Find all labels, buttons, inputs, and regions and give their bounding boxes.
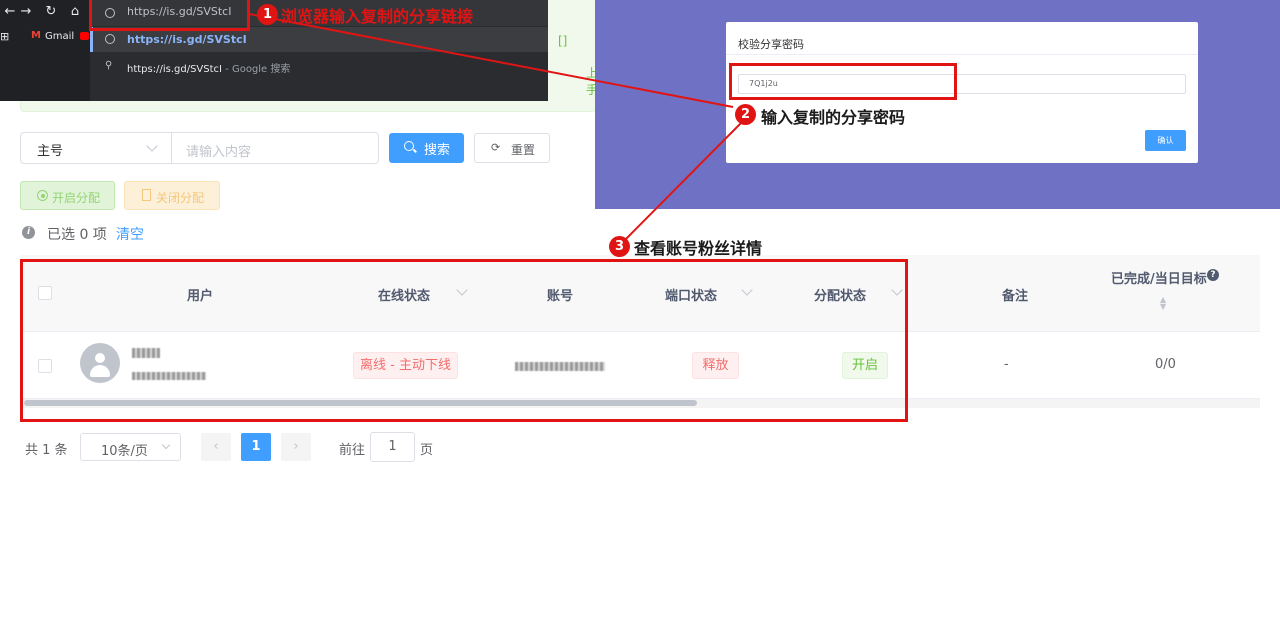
step-1-badge: 1: [257, 4, 278, 25]
suggestion-search-sub: - Google 搜索: [221, 64, 291, 75]
selection-info: i 已选 0 项 清空: [20, 223, 220, 243]
document-icon: [142, 189, 151, 201]
password-dialog-screenshot: 校验分享密码 7Q1j2u 确认: [595, 0, 1280, 209]
next-page-button[interactable]: ›: [281, 433, 311, 461]
refresh-icon: ⟳: [491, 141, 501, 154]
home-icon[interactable]: ⌂: [65, 4, 85, 19]
page-suffix: 页: [420, 443, 434, 458]
reset-button[interactable]: ⟳ 重置: [474, 133, 550, 163]
step-3-text: 查看账号粉丝详情: [634, 239, 763, 258]
search-button[interactable]: 搜索: [389, 133, 464, 163]
start-assign-label: 开启分配: [52, 191, 101, 205]
step-3-badge: 3: [609, 236, 630, 257]
step-1-text: 浏览器输入复制的分享链接: [281, 7, 474, 26]
page-size-value: 10条/页: [101, 444, 148, 459]
suggestion-url: https://is.gd/SVStcI: [127, 33, 247, 46]
info-icon: i: [22, 226, 35, 239]
close-assign-button[interactable]: 关闭分配: [124, 181, 220, 210]
youtube-icon[interactable]: [80, 32, 89, 40]
keyword-placeholder: 请输入内容: [186, 145, 252, 160]
goto-page-input[interactable]: 1: [370, 432, 415, 462]
pagination-total: 共 1 条: [25, 443, 68, 458]
chevron-down-icon: [146, 140, 158, 152]
annotation-box-table: [20, 259, 908, 422]
search-icon: ⚲: [105, 60, 113, 71]
field-select-value: 主号: [37, 144, 64, 159]
dialog-divider: [726, 54, 1198, 55]
step-2-badge: 2: [735, 104, 756, 125]
clear-selection-link[interactable]: 清空: [116, 224, 144, 244]
annotation-box-password: [729, 63, 957, 100]
close-assign-label: 关闭分配: [156, 191, 205, 205]
apps-grid-icon[interactable]: ⊞: [0, 30, 9, 43]
start-assign-button[interactable]: 开启分配: [20, 181, 115, 210]
column-remark: 备注: [1002, 289, 1029, 304]
column-progress: 已完成/当日目标: [1111, 272, 1207, 287]
search-icon: [404, 141, 414, 151]
search-button-label: 搜索: [424, 143, 451, 158]
gmail-icon: M: [31, 30, 41, 41]
remark-cell: -: [1004, 357, 1009, 372]
selection-count: 已选 0 项: [47, 227, 107, 243]
step-2-text: 输入复制的分享密码: [761, 108, 906, 127]
page-number-button[interactable]: 1: [241, 433, 271, 461]
suggestion-search: https://is.gd/SVStcI - Google 搜索: [127, 60, 290, 75]
bookmarks-bar: ⊞ M Gmail: [0, 26, 90, 48]
radio-dot-icon: [37, 190, 48, 201]
sort-icon[interactable]: ▲ ▼: [1160, 296, 1166, 311]
help-icon[interactable]: ?: [1207, 269, 1219, 281]
bookmark-gmail[interactable]: Gmail: [45, 31, 74, 42]
reset-button-label: 重置: [511, 143, 536, 157]
field-select[interactable]: 主号: [20, 132, 172, 164]
omnibox-suggestion[interactable]: ⚲ https://is.gd/SVStcI - Google 搜索: [90, 53, 548, 79]
prev-page-button[interactable]: ‹: [201, 433, 231, 461]
pagination: 共 1 条 10条/页 ‹ 1 › 前往 1 页: [20, 432, 620, 462]
progress-cell: 0/0: [1155, 357, 1176, 372]
suggestion-search-text: https://is.gd/SVStcI: [127, 64, 222, 75]
chevron-down-icon: [161, 440, 171, 450]
keyword-input[interactable]: 请输入内容: [171, 132, 379, 164]
confirm-button[interactable]: 确认: [1145, 130, 1186, 151]
forward-icon[interactable]: →: [16, 4, 36, 19]
notice-text-fragment: []: [558, 34, 568, 48]
annotation-box-url: [89, 0, 250, 31]
dialog-title: 校验分享密码: [738, 38, 804, 51]
page-size-select[interactable]: 10条/页: [80, 433, 181, 461]
globe-icon: [105, 34, 115, 44]
goto-label: 前往: [339, 443, 366, 458]
reload-icon[interactable]: ↻: [41, 4, 61, 19]
